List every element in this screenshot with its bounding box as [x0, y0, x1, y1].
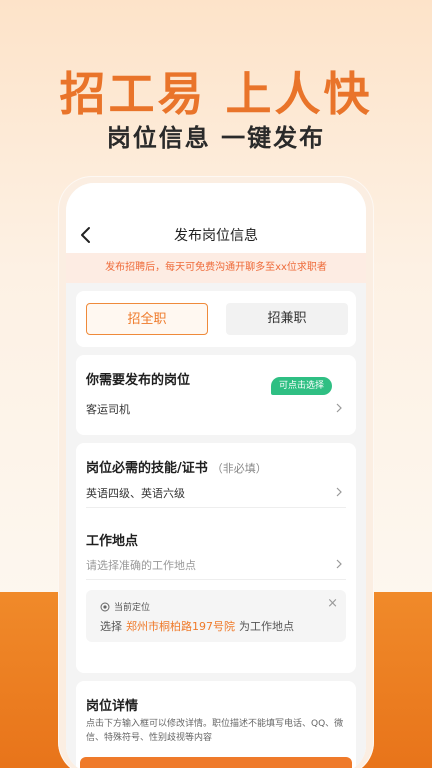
- skills-value: 英语四级、英语六级: [86, 487, 185, 500]
- divider: [86, 507, 346, 508]
- chevron-right-icon: [336, 559, 342, 569]
- screen-content: 发布岗位信息 发布招聘后，每天可免费沟通开聊多至xx位求职者 招全职 招兼职 你…: [66, 183, 366, 768]
- location-address: 郑州市桐柏路197号院: [126, 620, 235, 633]
- page-title: 发布岗位信息: [174, 228, 258, 244]
- skills-location-card: 岗位必需的技能/证书 （非必填） 英语四级、英语六级 工作地点 请选择准确的工作地…: [76, 443, 356, 673]
- select-prefix: 选择: [100, 620, 122, 633]
- phone-screen: 发布岗位信息 发布招聘后，每天可免费沟通开聊多至xx位求职者 招全职 招兼职 你…: [66, 183, 366, 768]
- location-target-icon: [100, 602, 110, 611]
- detail-card: 岗位详情 点击下方输入框可以修改详情。职位描述不能填写电话、QQ、微信、特殊符号…: [76, 681, 356, 768]
- skills-select-row[interactable]: 英语四级、英语六级: [86, 485, 346, 501]
- part-time-button[interactable]: 招兼职: [226, 303, 348, 335]
- detail-description: 点击下方输入框可以修改详情。职位描述不能填写电话、QQ、微信、特殊符号、性别歧视…: [86, 719, 344, 743]
- workplace-placeholder: 请选择准确的工作地点: [86, 559, 196, 572]
- notice-banner: 发布招聘后，每天可免费沟通开聊多至xx位求职者: [66, 253, 366, 283]
- post-card: 你需要发布的岗位 客运司机: [76, 355, 356, 435]
- optional-label: （非必填）: [211, 462, 267, 475]
- skills-title-text: 岗位必需的技能/证书: [86, 461, 208, 476]
- promo-subline: 岗位信息 一键发布: [106, 124, 326, 152]
- skills-section-title: 岗位必需的技能/证书 （非必填）: [86, 457, 267, 476]
- select-suffix: 为工作地点: [239, 620, 294, 633]
- post-select-row[interactable]: 客运司机: [86, 401, 346, 417]
- detail-section-title: 岗位详情: [86, 699, 139, 714]
- full-time-button[interactable]: 招全职: [86, 303, 208, 335]
- current-location-label: 当前定位: [100, 600, 150, 613]
- current-location-box[interactable]: 当前定位 选择 郑州市桐柏路197号院 为工作地点 ×: [86, 590, 346, 642]
- post-section-title: 你需要发布的岗位: [86, 373, 191, 388]
- chevron-right-icon: [336, 487, 342, 497]
- workplace-select-row[interactable]: 请选择准确的工作地点: [86, 557, 346, 573]
- workplace-section-title: 工作地点: [86, 534, 139, 549]
- chevron-right-icon: [336, 403, 342, 413]
- close-icon[interactable]: ×: [327, 596, 338, 611]
- divider: [86, 579, 346, 580]
- job-type-card: 招全职 招兼职: [76, 291, 356, 347]
- tap-hint-tag: 可点击选择: [271, 377, 333, 395]
- location-suggestion[interactable]: 选择 郑州市桐柏路197号院 为工作地点: [100, 618, 294, 634]
- current-location-text: 当前定位: [114, 603, 151, 613]
- promo-headline: 招工易 上人快: [59, 67, 373, 121]
- navigation-bar: 发布岗位信息: [66, 183, 366, 253]
- submit-button[interactable]: [80, 757, 352, 768]
- post-value: 客运司机: [86, 403, 130, 416]
